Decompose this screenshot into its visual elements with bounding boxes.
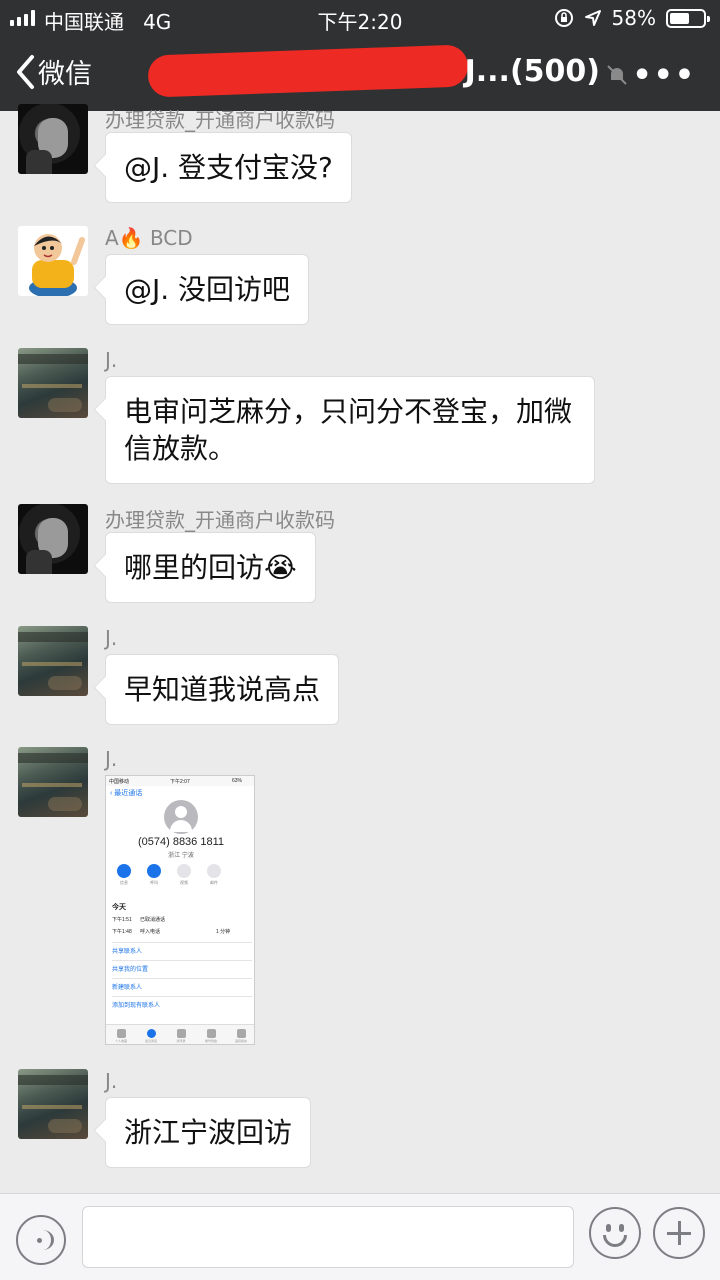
sender-name: J. (105, 348, 118, 372)
avatar[interactable] (18, 348, 88, 418)
avatar[interactable] (18, 504, 88, 574)
favorites-tab-icon: 个人收藏 (111, 1028, 131, 1043)
battery-icon (666, 8, 710, 28)
plus-icon[interactable] (653, 1207, 705, 1259)
top-bar: 中国联通 4G 下午2:20 58% 微信 J...(500) ••• (0, 0, 720, 111)
more-button[interactable]: ••• (632, 58, 696, 93)
screenshot-carrier: 中国移动 (109, 779, 130, 785)
avatar[interactable] (18, 626, 88, 696)
contacts-tab-icon: 通讯录 (171, 1028, 191, 1043)
message-bubble[interactable]: 浙江宁波回访 (105, 1097, 312, 1168)
voice-input-icon[interactable] (16, 1215, 66, 1265)
screenshot-status-bar: 中国移动 下午2:07 63% (106, 776, 254, 786)
mail-action-icon: 邮件 (206, 864, 222, 886)
back-button[interactable]: 微信 (14, 52, 92, 91)
contact-avatar-icon (164, 800, 198, 834)
screenshot-link: 共享我的位置 (112, 960, 252, 973)
back-label: 微信 (38, 59, 92, 90)
nav-bar: 微信 J...(500) ••• (0, 36, 720, 111)
screenshot-link: 共享联系人 (112, 942, 252, 955)
chevron-left-icon (17, 54, 34, 89)
battery-percent: 58% (611, 6, 656, 30)
screenshot-battery: 63% (232, 778, 243, 784)
screenshot-tab-bar: 个人收藏 最近通话 通讯录 拨号键盘 语音留言 (106, 1024, 254, 1044)
sender-name: J. (105, 747, 118, 771)
keypad-tab-icon: 拨号键盘 (201, 1028, 221, 1043)
screenshot-time: 下午2:07 (170, 779, 190, 785)
sender-name: 办理贷款_开通商户收款码 (105, 108, 335, 132)
avatar[interactable] (18, 226, 88, 296)
screenshot-phone-number: (0574) 8836 1811 (137, 836, 225, 848)
sender-name: J. (105, 626, 118, 650)
screenshot-link: 添加到现有联系人 (112, 996, 252, 1009)
status-bar: 中国联通 4G 下午2:20 58% (0, 0, 720, 36)
message-input[interactable] (82, 1206, 574, 1268)
voicemail-tab-icon: 语音留言 (231, 1028, 251, 1043)
redaction-mark (147, 44, 469, 98)
mute-bell-icon (607, 65, 627, 85)
screenshot-back-link: ‹ 最近通话 (110, 790, 143, 797)
avatar[interactable] (18, 747, 88, 817)
image-message[interactable]: 中国移动 下午2:07 63% ‹ 最近通话 (0574) 8836 1811 … (105, 775, 255, 1045)
chat-title: J...(500) (464, 54, 600, 89)
avatar[interactable] (18, 1069, 88, 1139)
screenshot-today-label: 今天 (112, 904, 126, 911)
emoji-icon[interactable] (589, 1207, 641, 1259)
avatar[interactable] (18, 104, 88, 174)
sender-name: A🔥 BCD (105, 226, 193, 250)
screenshot-location: 浙江 宁波 (168, 853, 194, 859)
screenshot-link: 新建联系人 (112, 978, 252, 991)
cartoon-avatar-image (29, 234, 85, 296)
message-bubble[interactable]: @J. 登支付宝没? (105, 132, 352, 203)
recents-tab-icon: 最近通话 (141, 1028, 161, 1043)
location-arrow-icon (584, 10, 601, 26)
message-bubble[interactable]: 早知道我说高点 (105, 654, 340, 725)
screenshot-actions: 信息 呼叫 视频 邮件 (116, 864, 222, 886)
sender-name: 办理贷款_开通商户收款码 (105, 508, 335, 532)
message-bubble[interactable]: 哪里的回访😭 (105, 532, 316, 603)
message-bubble[interactable]: 电审问芝麻分，只问分不登宝，加微信放款。 (105, 376, 595, 484)
rotation-lock-icon (554, 9, 573, 27)
message-bubble[interactable]: @J. 没回访吧 (105, 254, 310, 325)
sender-name: J. (105, 1069, 118, 1093)
message-action-icon: 信息 (116, 864, 132, 886)
video-action-icon: 视频 (176, 864, 192, 886)
call-action-icon: 呼叫 (146, 864, 162, 886)
input-bar (0, 1193, 720, 1280)
